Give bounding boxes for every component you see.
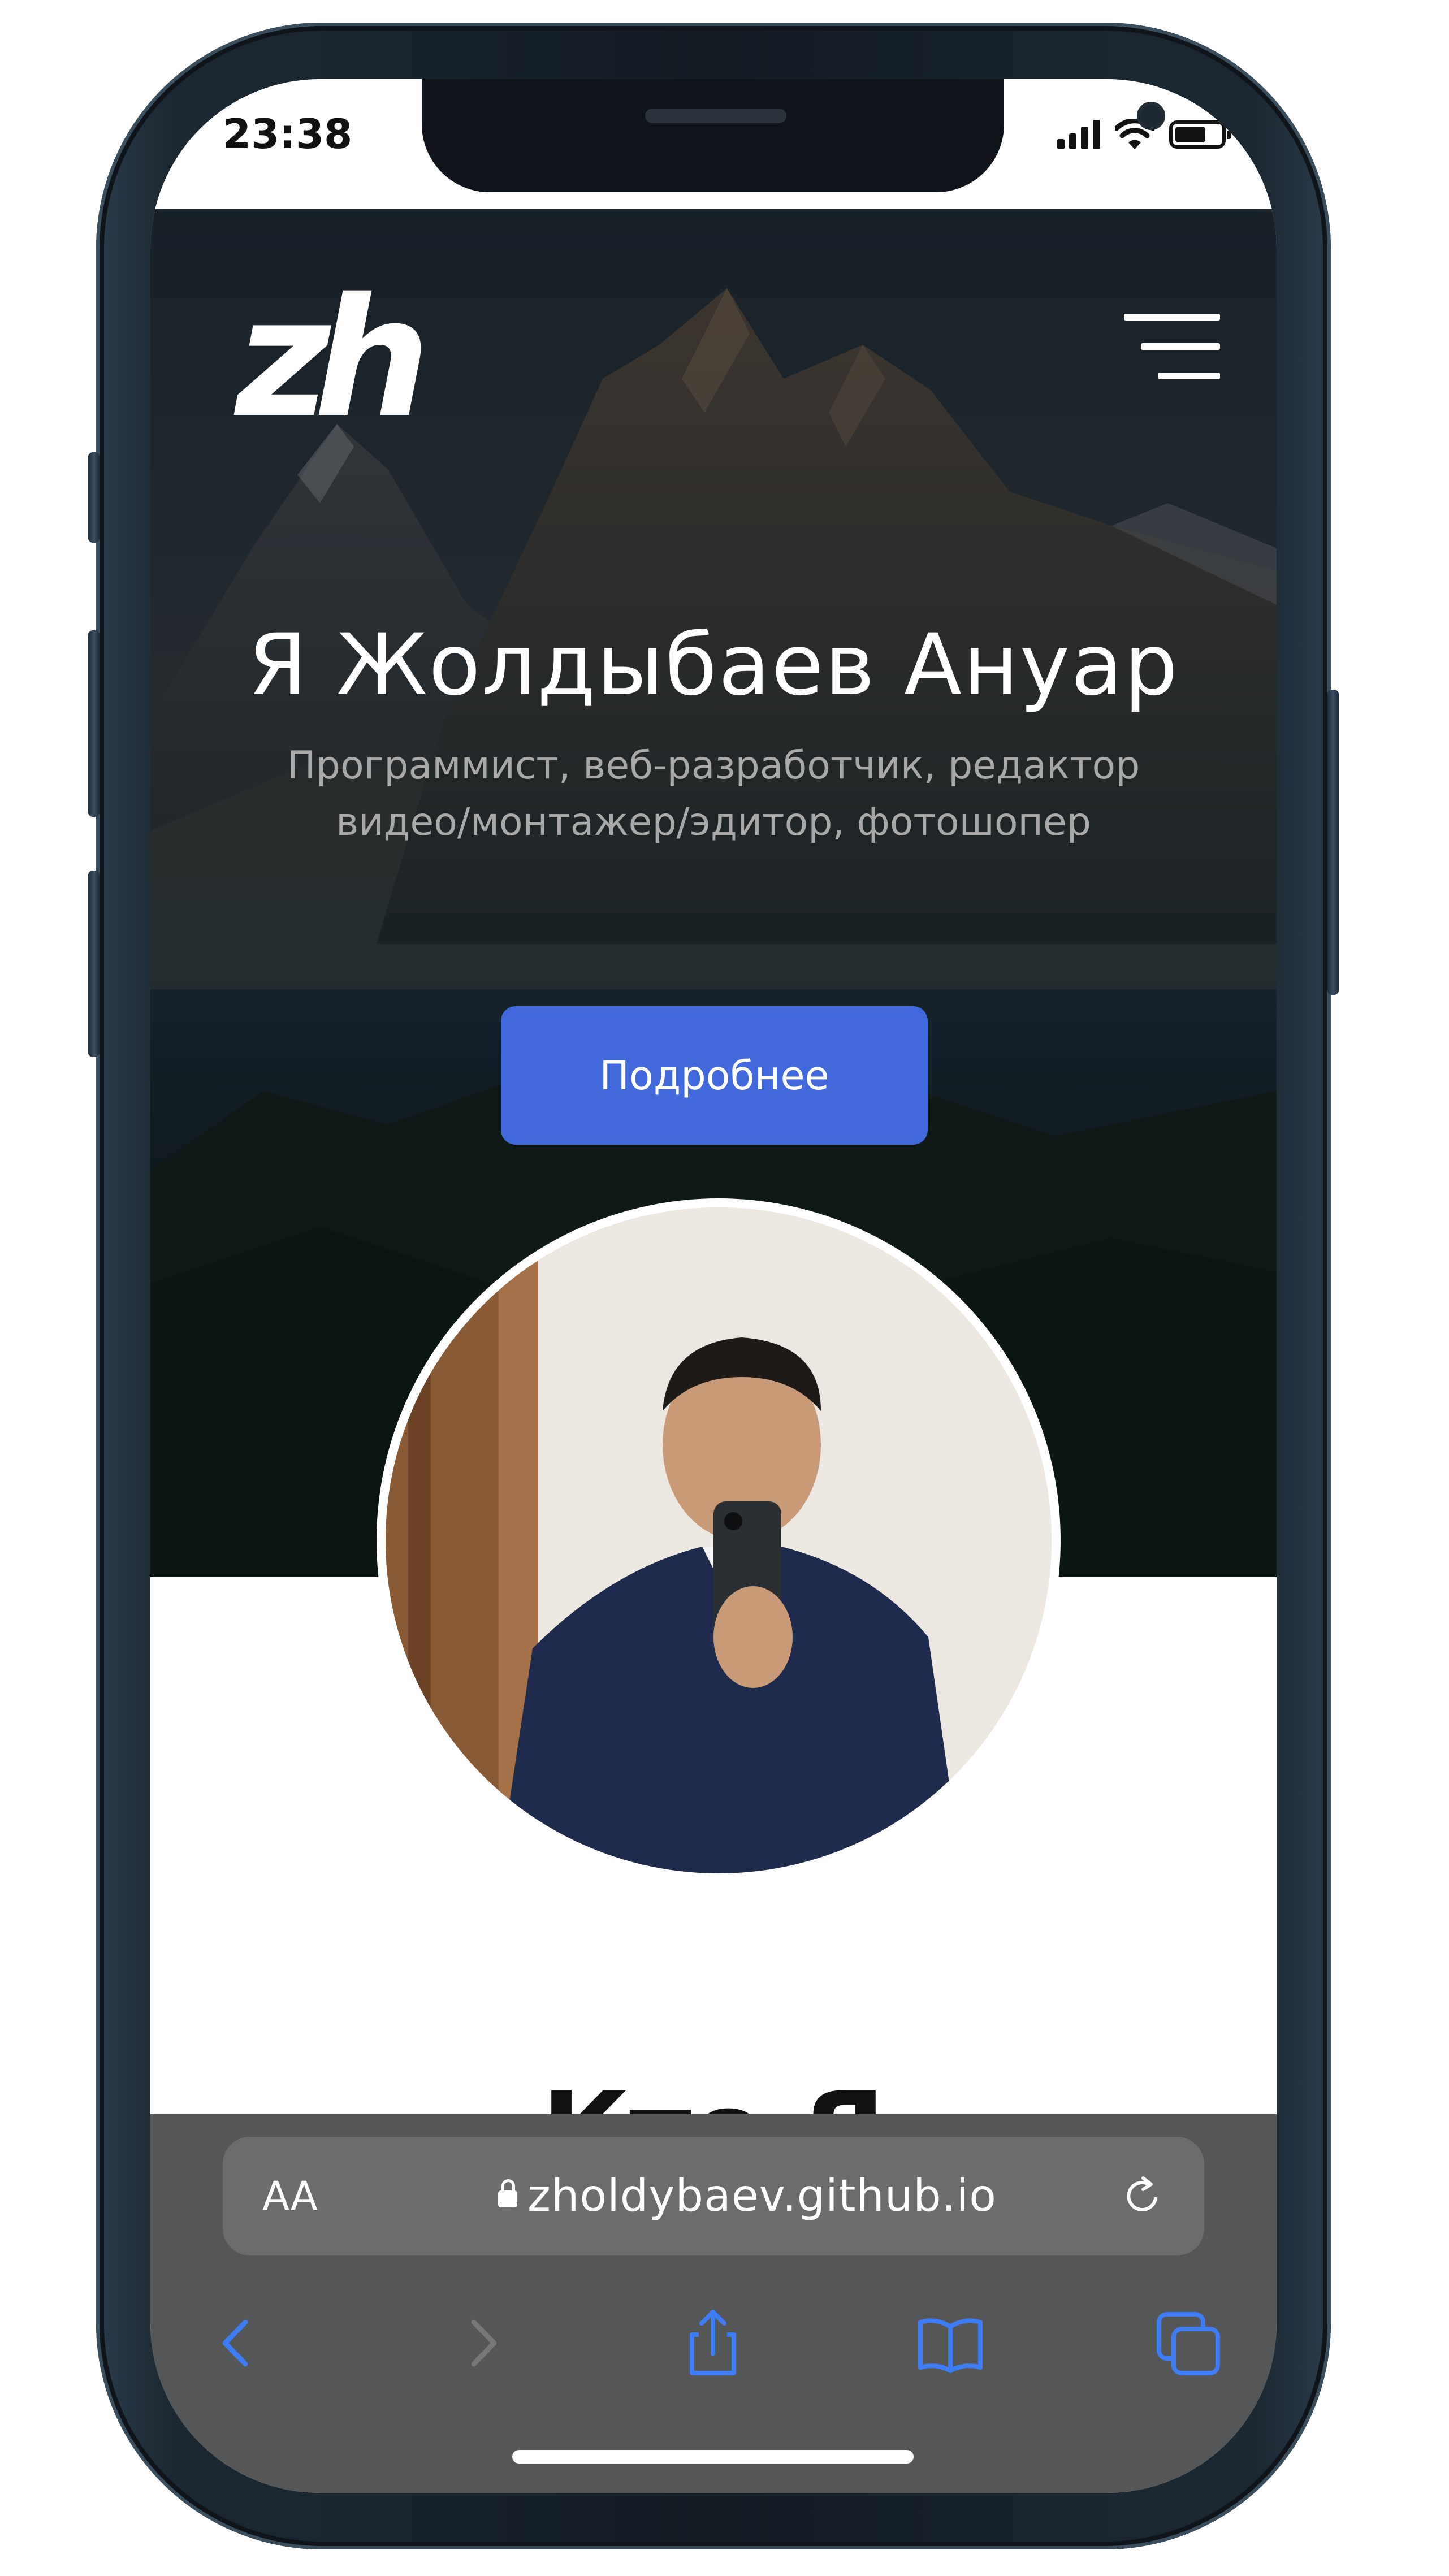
silent-switch xyxy=(88,452,100,543)
avatar xyxy=(377,1198,1061,1882)
status-time: 23:38 xyxy=(223,110,353,158)
speaker xyxy=(645,109,786,123)
avatar-photo xyxy=(386,1207,1052,1873)
battery-icon xyxy=(1169,120,1231,149)
hamburger-menu-icon[interactable] xyxy=(1124,314,1220,382)
tabs-icon[interactable] xyxy=(1151,2306,1225,2380)
hero-subtitle-line1: Программист, веб-разработчик, редактор xyxy=(287,743,1140,788)
hero-subtitle-line2: видео/монтажер/эдитор, фотошопер xyxy=(336,800,1091,845)
reload-icon[interactable] xyxy=(1119,2174,1165,2219)
safari-bottom-bar: AA zholdybaev.github.io xyxy=(150,2114,1277,2493)
bookmarks-icon[interactable] xyxy=(914,2306,987,2380)
volume-up-button xyxy=(88,630,100,817)
phone-screen: 23:38 zh Я Жолдыбаев Ануар Программист, … xyxy=(150,79,1277,2493)
more-button[interactable]: Подробнее xyxy=(501,1006,928,1145)
lock-icon xyxy=(498,2179,517,2207)
back-icon[interactable] xyxy=(201,2306,275,2380)
hero-title: Я Жолдыбаев Ануар xyxy=(248,616,1179,715)
text-size-label: AA xyxy=(262,2173,318,2219)
url-display[interactable]: zholdybaev.github.io xyxy=(375,2171,1119,2222)
forward-icon[interactable] xyxy=(444,2306,518,2380)
url-text: zholdybaev.github.io xyxy=(527,2171,997,2222)
site-logo[interactable]: zh xyxy=(235,277,430,441)
camera xyxy=(1137,102,1165,130)
text-size-button[interactable]: AA xyxy=(262,2173,375,2219)
volume-down-button xyxy=(88,871,100,1057)
hero-subtitle: Программист, веб-разработчик, редактор в… xyxy=(150,738,1277,851)
address-bar[interactable]: AA zholdybaev.github.io xyxy=(223,2137,1204,2255)
phone-frame: 23:38 zh Я Жолдыбаев Ануар Программист, … xyxy=(88,23,1339,2549)
safari-toolbar xyxy=(150,2284,1277,2408)
cellular-signal-icon xyxy=(1057,120,1100,149)
share-icon[interactable] xyxy=(676,2306,750,2380)
power-button xyxy=(1327,690,1339,995)
home-indicator[interactable] xyxy=(512,2450,914,2464)
notch xyxy=(422,79,1165,192)
